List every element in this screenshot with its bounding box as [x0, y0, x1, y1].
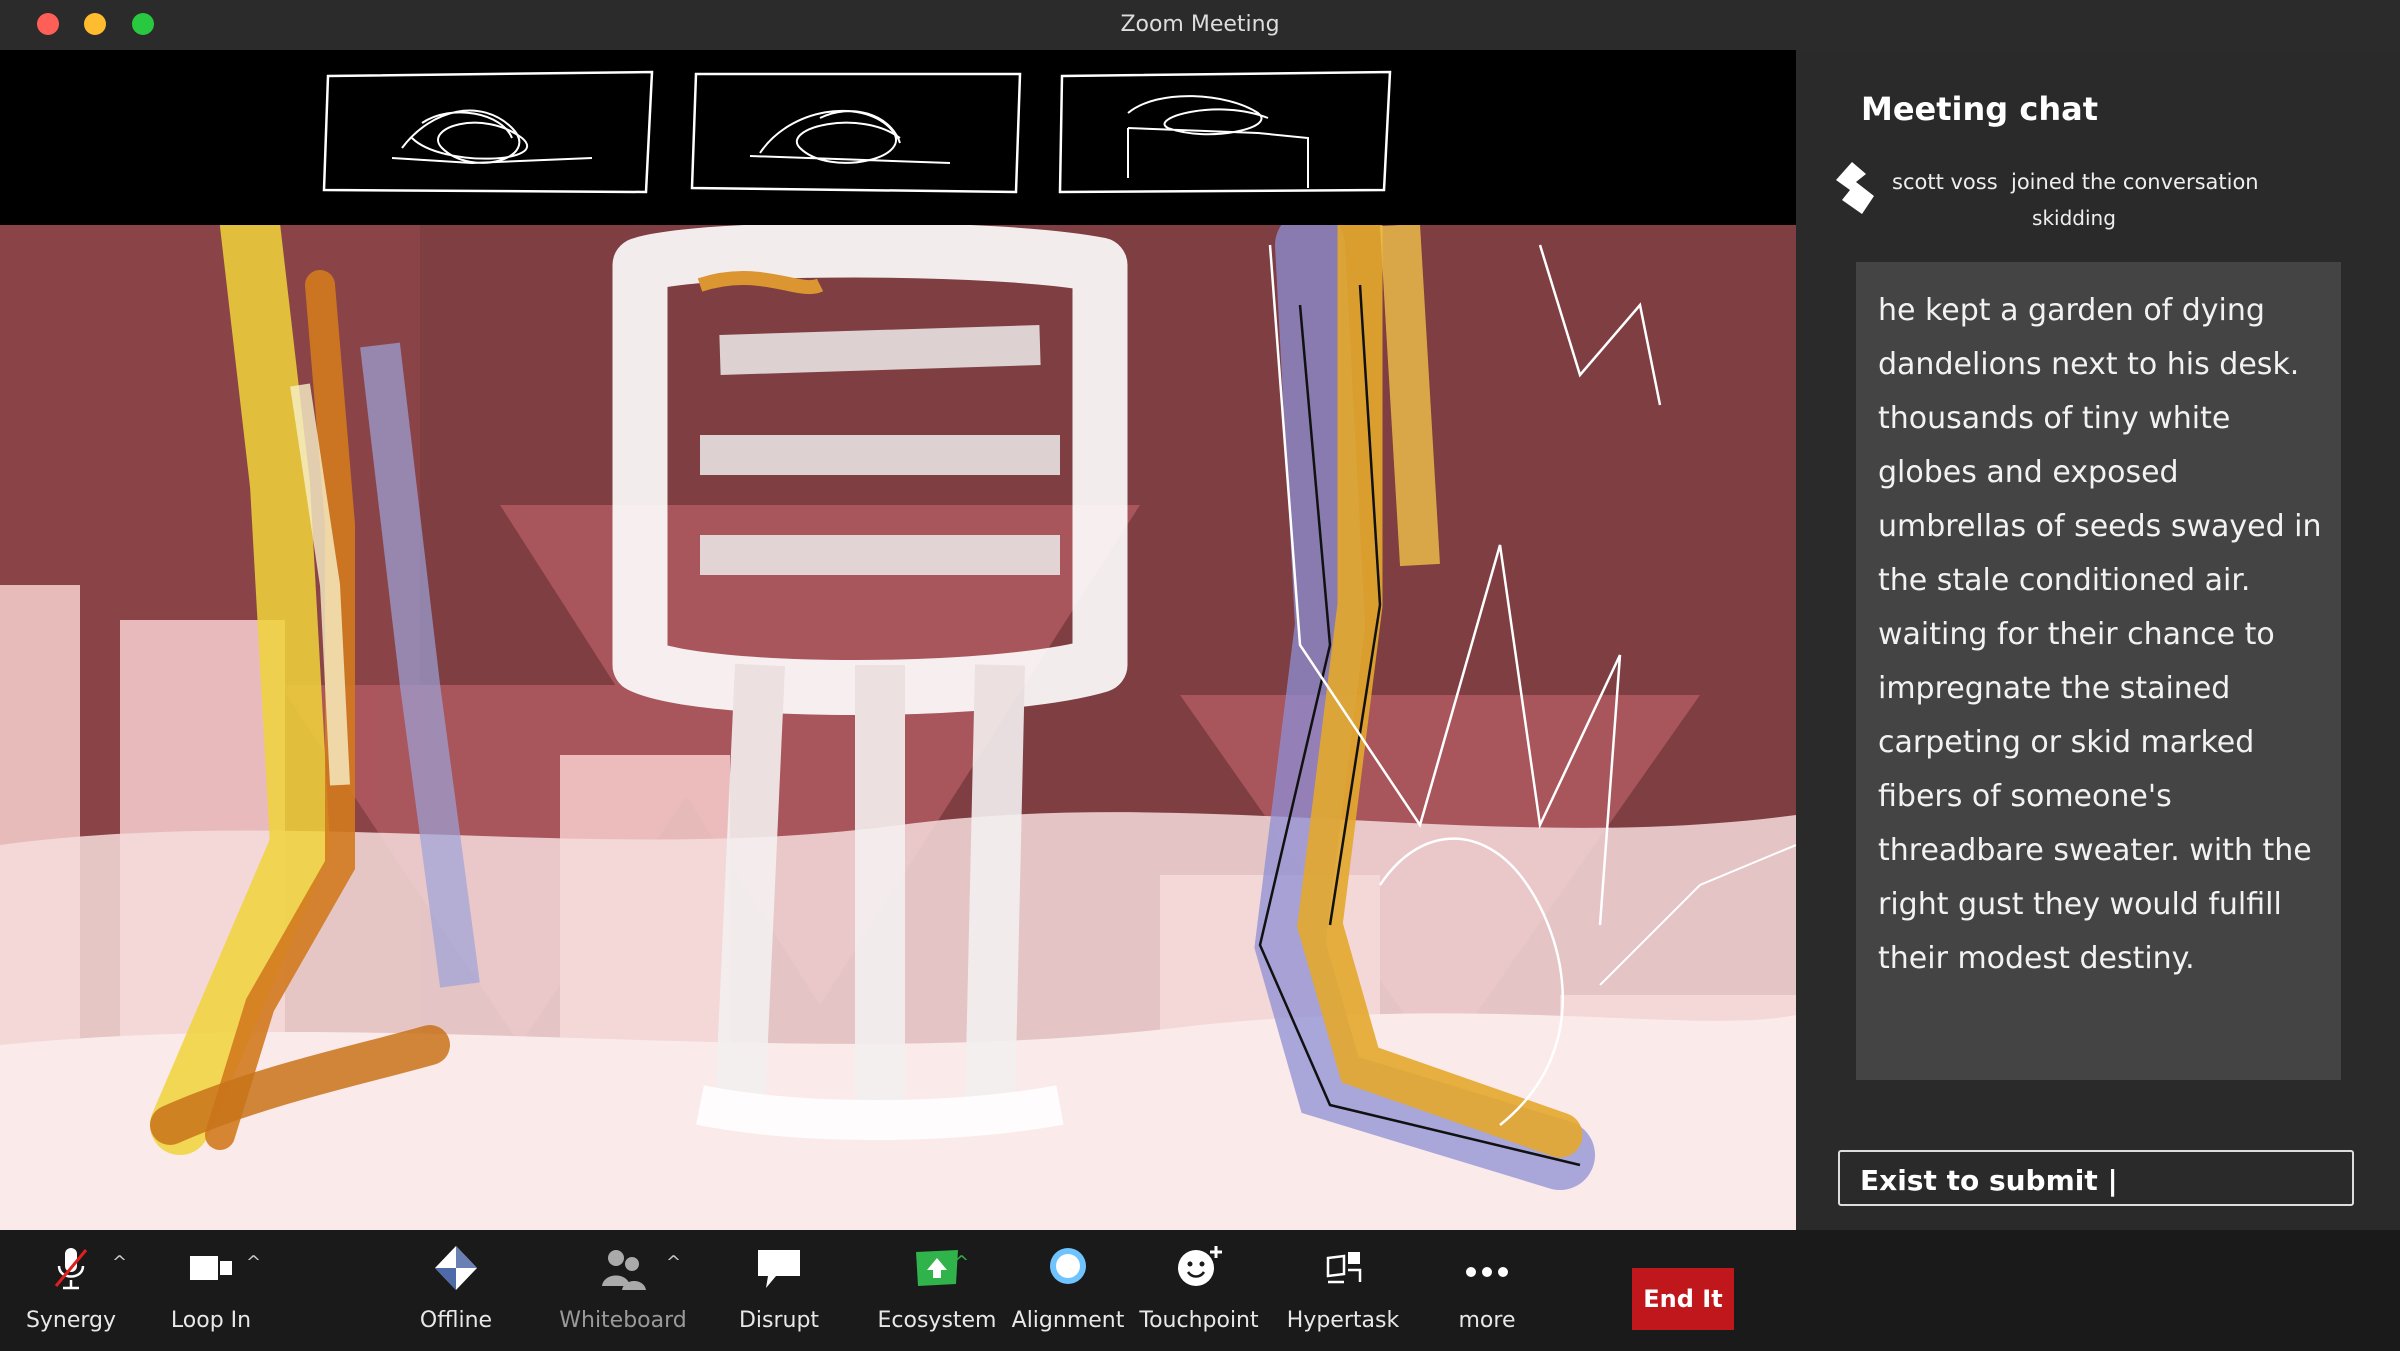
reaction-icon: [1178, 1246, 1222, 1286]
apps-icon: [1326, 1252, 1362, 1284]
muted-microphone-icon: [54, 1248, 88, 1290]
disrupt-label: Disrupt: [738, 1308, 820, 1333]
ecosystem-button[interactable]: Ecosystem: [872, 1244, 1002, 1344]
window-title: Zoom Meeting: [1120, 12, 1280, 37]
video-camera-icon: [190, 1256, 232, 1280]
notice-user: scott voss: [1892, 170, 1998, 194]
title-bar: Zoom Meeting: [0, 0, 2400, 50]
loop-in-label: Loop In: [170, 1308, 252, 1333]
record-circle-icon: [1050, 1248, 1086, 1284]
video-options-caret[interactable]: ^: [246, 1252, 261, 1273]
chat-input-box[interactable]: [1838, 1150, 2354, 1206]
more-button[interactable]: more: [1422, 1244, 1552, 1344]
chat-input[interactable]: [1860, 1164, 2340, 1197]
chat-message-text: he kept a garden of dying dandelions nex…: [1878, 293, 2322, 976]
offline-button[interactable]: Offline: [391, 1244, 521, 1344]
chat-title: Meeting chat: [1861, 90, 2098, 128]
video-area: [0, 50, 1796, 1230]
speech-bubble-icon: [758, 1250, 800, 1288]
touchpoint-button[interactable]: Touchpoint: [1134, 1244, 1264, 1344]
diamond-icon: [435, 1246, 477, 1290]
alignment-label: Alignment: [1011, 1308, 1125, 1333]
participant-thumbnail-3[interactable]: [1058, 68, 1393, 196]
whiteboard-label: Whiteboard: [559, 1308, 687, 1333]
synergy-label: Synergy: [25, 1308, 117, 1333]
more-dots-icon: [1466, 1267, 1508, 1277]
participants-options-caret[interactable]: ^: [666, 1252, 681, 1273]
audio-options-caret[interactable]: ^: [112, 1252, 127, 1273]
meeting-toolbar: Synergy ^ Loop In ^ Offline Whiteboard ^…: [0, 1230, 2400, 1351]
participant-thumbnail-1[interactable]: [322, 68, 657, 196]
hypertask-button[interactable]: Hypertask: [1278, 1244, 1408, 1344]
alignment-button[interactable]: Alignment: [1003, 1244, 1133, 1344]
notice-text: joined the conversation: [2011, 170, 2259, 194]
join-notice: scott voss joined the conversation skidd…: [1834, 160, 2374, 240]
disrupt-button[interactable]: Disrupt: [714, 1244, 844, 1344]
touchpoint-label: Touchpoint: [1139, 1308, 1259, 1333]
chat-panel: Meeting chat scott voss joined the conve…: [1796, 50, 2400, 1230]
participant-thumbnails: [0, 50, 1796, 225]
hypertask-label: Hypertask: [1286, 1308, 1400, 1333]
more-label: more: [1458, 1308, 1516, 1333]
notice-subtext: skidding: [2032, 206, 2116, 230]
end-meeting-button[interactable]: End It: [1632, 1268, 1734, 1330]
share-options-caret[interactable]: ^: [954, 1252, 969, 1273]
shared-video-canvas: [0, 225, 1796, 1230]
participant-thumbnail-2[interactable]: [690, 68, 1025, 196]
chat-message: he kept a garden of dying dandelions nex…: [1856, 262, 2341, 1080]
ecosystem-label: Ecosystem: [877, 1308, 997, 1333]
participants-icon: [602, 1250, 646, 1290]
offline-label: Offline: [419, 1308, 493, 1333]
